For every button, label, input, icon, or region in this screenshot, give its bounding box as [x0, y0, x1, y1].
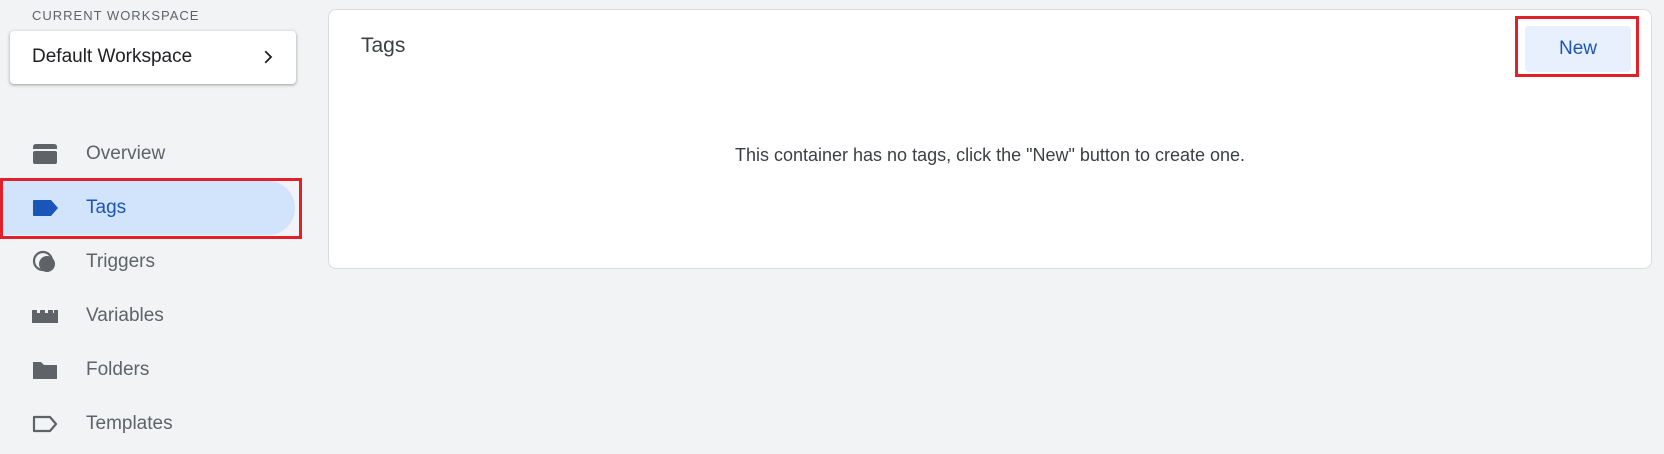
sidebar-item-triggers[interactable]: Triggers — [0, 235, 296, 289]
chevron-right-icon — [264, 50, 273, 64]
sidebar-item-label: Templates — [86, 413, 173, 434]
workspace-selector[interactable]: Default Workspace — [10, 31, 296, 84]
overview-icon — [33, 144, 57, 164]
new-tag-button[interactable]: New — [1525, 26, 1631, 72]
sidebar-item-folders[interactable]: Folders — [0, 343, 296, 397]
trigger-icon — [32, 250, 55, 272]
workspace-name: Default Workspace — [32, 46, 193, 67]
tag-icon — [33, 200, 58, 216]
empty-state-message: This container has no tags, click the "N… — [734, 145, 1246, 165]
sidebar-item-overview[interactable]: Overview — [0, 127, 296, 181]
variables-icon — [32, 310, 58, 323]
sidebar: CURRENT WORKSPACE Default Workspace Over… — [0, 0, 302, 454]
sidebar-item-variables[interactable]: Variables — [0, 289, 296, 343]
page-title: Tags — [361, 34, 406, 57]
sidebar-item-label: Tags — [86, 197, 127, 218]
template-icon — [32, 415, 58, 433]
sidebar-item-label: Variables — [86, 305, 164, 326]
sidebar-item-label: Overview — [86, 143, 166, 164]
workspace-caption: CURRENT WORKSPACE — [32, 8, 200, 23]
sidebar-item-templates[interactable]: Templates — [0, 397, 296, 451]
sidebar-item-tags[interactable]: Tags — [0, 181, 296, 235]
tags-panel: Tags New This container has no tags, cli… — [328, 9, 1652, 269]
folder-icon — [33, 362, 57, 379]
sidebar-item-label: Triggers — [86, 251, 155, 272]
sidebar-item-label: Folders — [86, 359, 150, 380]
